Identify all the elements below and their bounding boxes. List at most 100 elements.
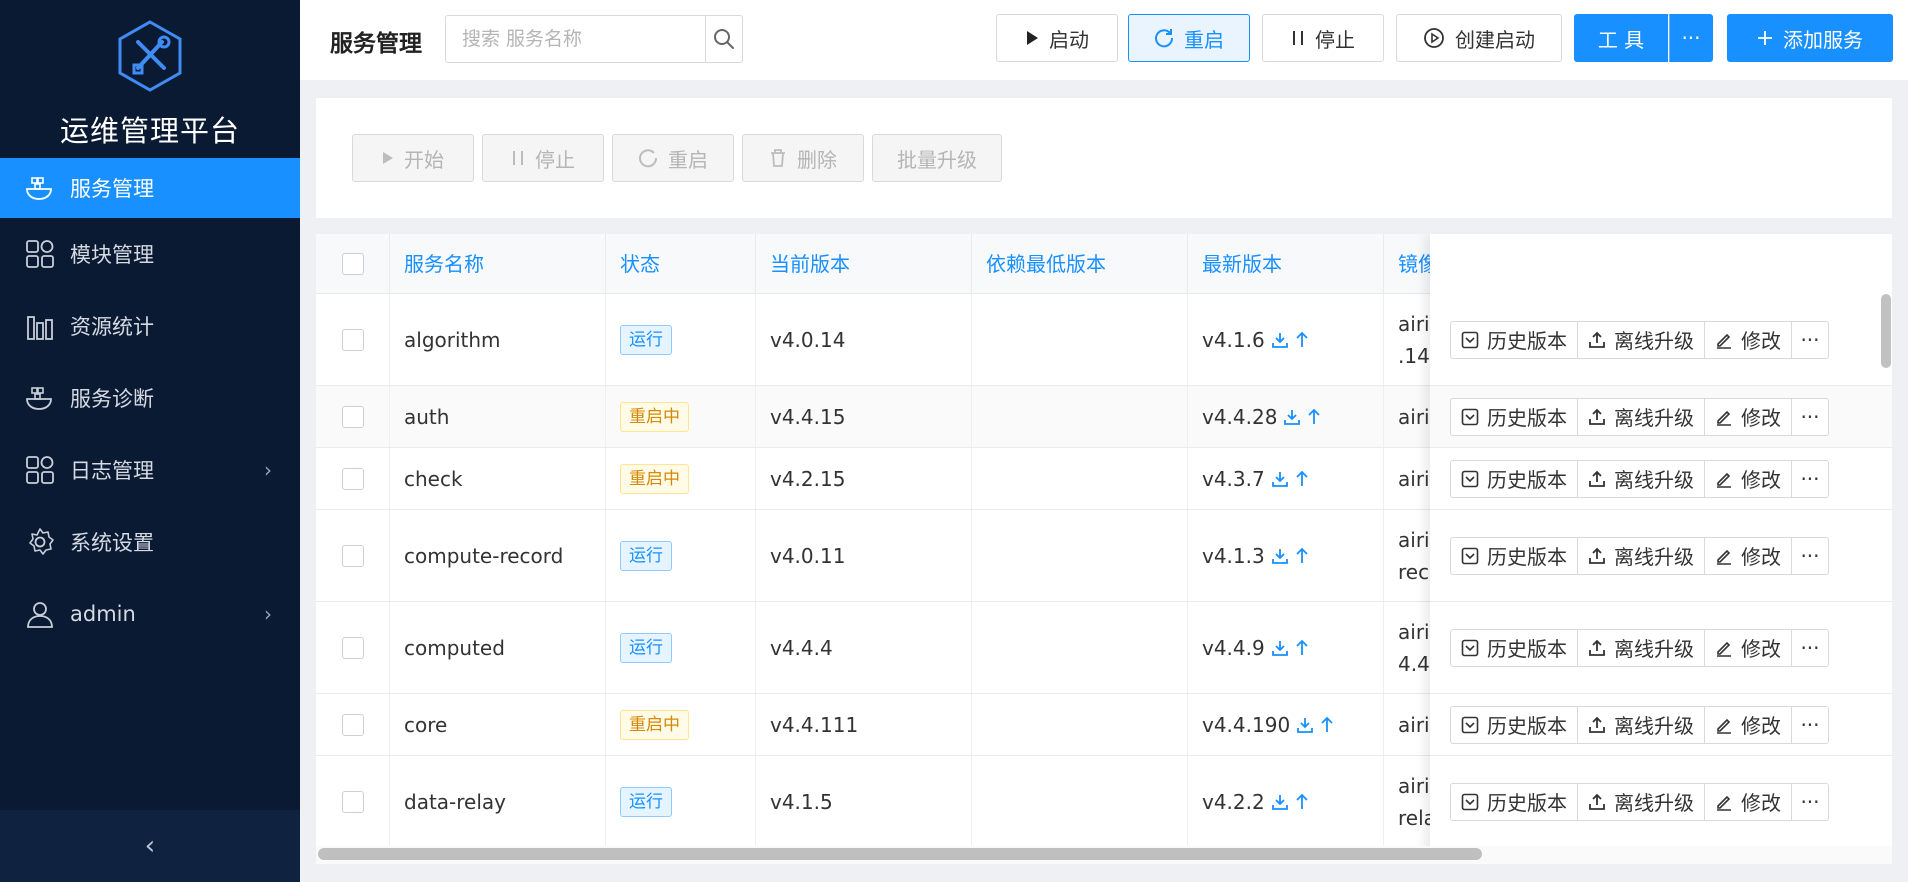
edit-button[interactable]: 修改 [1705, 460, 1792, 497]
arrow-up-icon[interactable] [1295, 470, 1309, 488]
batch-stop-button[interactable]: 停止 [482, 134, 604, 182]
restart-button[interactable]: 重启 [1128, 14, 1250, 62]
column-header[interactable]: 当前版本 [756, 234, 972, 294]
download-icon[interactable] [1271, 331, 1289, 349]
offline-upgrade-button[interactable]: 离线升级 [1578, 706, 1705, 743]
row-checkbox[interactable] [342, 636, 364, 659]
sidebar-item-resource-stats[interactable]: 资源统计 [0, 290, 300, 362]
latest-version: v4.4.190 [1202, 712, 1291, 737]
status-cell: 重启中 [606, 386, 756, 447]
download-icon[interactable] [1271, 793, 1289, 811]
column-header[interactable]: 依赖最低版本 [972, 234, 1188, 294]
edit-button[interactable]: 修改 [1705, 537, 1792, 574]
more-icon: ··· [1800, 466, 1820, 491]
batch-upgrade-label: 批量升级 [897, 147, 977, 172]
add-service-button[interactable]: 添加服务 [1727, 14, 1893, 62]
batch-delete-button[interactable]: 删除 [742, 134, 864, 182]
chevron-right-icon: › [264, 458, 272, 482]
bar-chart-icon [24, 310, 56, 342]
batch-restart-button[interactable]: 重启 [612, 134, 734, 182]
download-icon[interactable] [1271, 639, 1289, 657]
history-version-button[interactable]: 历史版本 [1451, 398, 1578, 435]
vertical-scroll-thumb[interactable] [1881, 294, 1891, 368]
sidebar-item-label: 日志管理 [70, 459, 154, 483]
arrow-up-icon[interactable] [1295, 639, 1309, 657]
row-checkbox[interactable] [342, 713, 364, 736]
row-checkbox[interactable] [342, 544, 364, 567]
history-version-button[interactable]: 历史版本 [1451, 321, 1578, 358]
create-start-button[interactable]: 创建启动 [1396, 14, 1562, 62]
service-name: algorithm [390, 294, 606, 385]
sidebar-item-admin[interactable]: admin › [0, 578, 300, 650]
arrow-up-icon[interactable] [1295, 331, 1309, 349]
sidebar-item-module-management[interactable]: 模块管理 [0, 218, 300, 290]
tools-button[interactable]: 工 具 [1574, 14, 1668, 62]
sidebar-item-label: admin [70, 602, 136, 626]
row-checkbox[interactable] [342, 328, 364, 351]
more-actions-button[interactable]: ··· [1792, 399, 1828, 435]
status-cell: 重启中 [606, 448, 756, 509]
offline-upgrade-button[interactable]: 离线升级 [1578, 783, 1705, 820]
sidebar-collapse-button[interactable]: ‹ [0, 810, 300, 882]
start-button[interactable]: 启动 [996, 14, 1118, 62]
arrow-up-icon[interactable] [1307, 408, 1321, 426]
more-actions-button[interactable]: ··· [1792, 784, 1828, 820]
column-header[interactable]: 状态 [606, 234, 756, 294]
history-version-button[interactable]: 历史版本 [1451, 460, 1578, 497]
history-version-button[interactable]: 历史版本 [1451, 537, 1578, 574]
offline-upgrade-button[interactable]: 离线升级 [1578, 629, 1705, 666]
offline-upgrade-button[interactable]: 离线升级 [1578, 460, 1705, 497]
stop-button[interactable]: 停止 [1262, 14, 1384, 62]
edit-button[interactable]: 修改 [1705, 783, 1792, 820]
sidebar-item-system-settings[interactable]: 系统设置 [0, 506, 300, 578]
search-button[interactable] [705, 16, 742, 62]
more-actions-button[interactable]: ··· [1792, 707, 1828, 743]
tools-more-button[interactable]: ··· [1669, 14, 1713, 62]
latest-version-cell: v4.2.2 [1188, 756, 1384, 847]
horizontal-scroll-thumb[interactable] [318, 848, 1482, 860]
select-all-checkbox[interactable] [342, 253, 364, 275]
download-icon[interactable] [1271, 470, 1289, 488]
status-cell: 运行 [606, 510, 756, 601]
edit-button[interactable]: 修改 [1705, 629, 1792, 666]
edit-label: 修改 [1741, 406, 1781, 430]
search-box [445, 15, 743, 63]
batch-start-button[interactable]: 开始 [352, 134, 474, 182]
arrow-up-icon[interactable] [1295, 547, 1309, 565]
arrow-up-icon[interactable] [1320, 716, 1334, 734]
offline-upgrade-button[interactable]: 离线升级 [1578, 537, 1705, 574]
sidebar-item-log-management[interactable]: 日志管理 › [0, 434, 300, 506]
history-version-button[interactable]: 历史版本 [1451, 783, 1578, 820]
sidebar-item-label: 模块管理 [70, 243, 154, 267]
row-checkbox[interactable] [342, 790, 364, 813]
action-row: 历史版本 离线升级 修改 ··· [1430, 602, 1892, 694]
download-icon[interactable] [1283, 408, 1301, 426]
search-input[interactable] [446, 16, 705, 62]
download-icon[interactable] [1271, 547, 1289, 565]
more-actions-button[interactable]: ··· [1792, 538, 1828, 574]
row-select-cell [316, 386, 390, 447]
offline-upgrade-button[interactable]: 离线升级 [1578, 398, 1705, 435]
batch-upgrade-button[interactable]: 批量升级 [872, 134, 1002, 182]
more-actions-button[interactable]: ··· [1792, 630, 1828, 666]
action-row: 历史版本 离线升级 修改 ··· [1430, 294, 1892, 386]
history-version-button[interactable]: 历史版本 [1451, 706, 1578, 743]
edit-button[interactable]: 修改 [1705, 398, 1792, 435]
arrow-up-icon[interactable] [1295, 793, 1309, 811]
row-checkbox[interactable] [342, 467, 364, 490]
sidebar: 运维管理平台 服务管理 模块管理 资源统计 服务诊断 日志管理 › 系统设置 a… [0, 0, 300, 882]
edit-button[interactable]: 修改 [1705, 706, 1792, 743]
more-actions-button[interactable]: ··· [1792, 461, 1828, 497]
download-icon[interactable] [1296, 716, 1314, 734]
history-version-button[interactable]: 历史版本 [1451, 629, 1578, 666]
row-action-group: 历史版本 离线升级 修改 ··· [1450, 397, 1829, 436]
column-header[interactable]: 最新版本 [1188, 234, 1384, 294]
sidebar-item-service-diagnosis[interactable]: 服务诊断 [0, 362, 300, 434]
row-checkbox[interactable] [342, 405, 364, 428]
latest-version: v4.2.2 [1202, 789, 1265, 814]
sidebar-item-service-management[interactable]: 服务管理 [0, 158, 300, 218]
offline-upgrade-button[interactable]: 离线升级 [1578, 321, 1705, 358]
edit-button[interactable]: 修改 [1705, 321, 1792, 358]
more-actions-button[interactable]: ··· [1792, 322, 1828, 358]
column-header[interactable]: 服务名称 [390, 234, 606, 294]
